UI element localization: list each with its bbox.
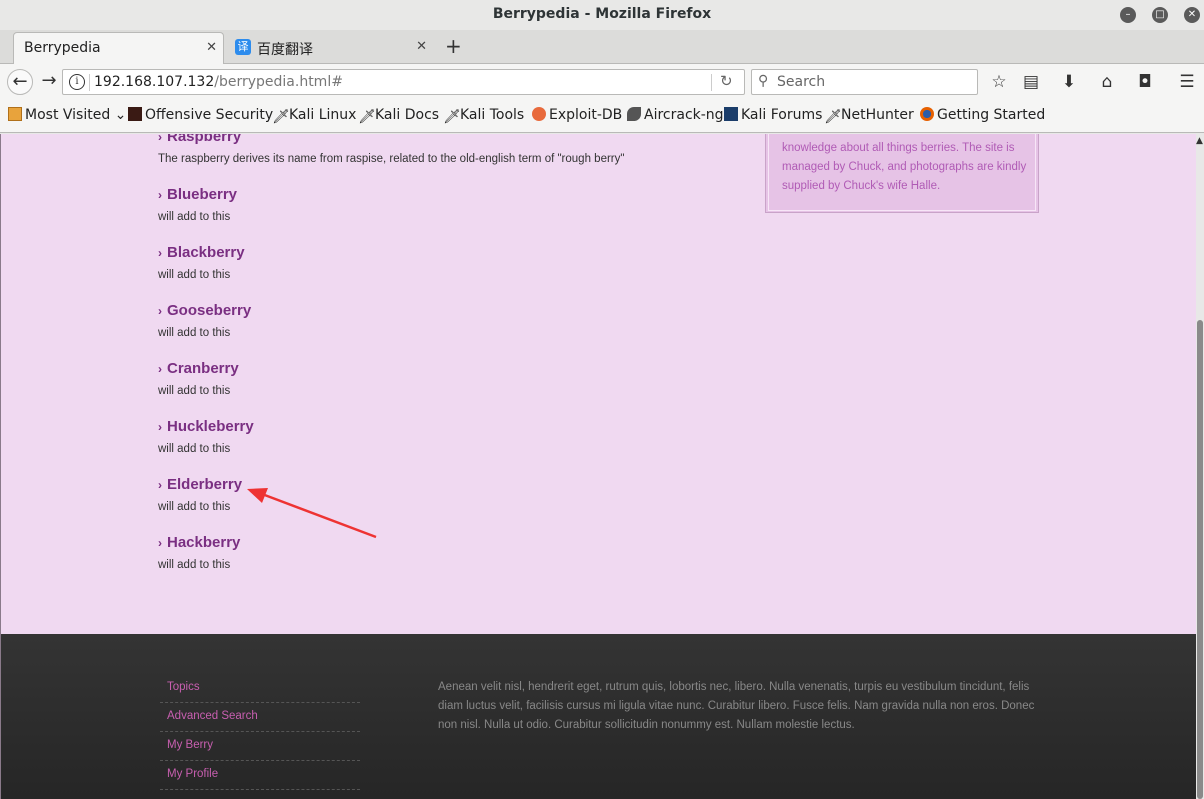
annotation-arrow-line bbox=[261, 492, 377, 539]
annotation-arrow-head bbox=[247, 488, 268, 503]
annotation-arrow-icon bbox=[247, 488, 377, 539]
